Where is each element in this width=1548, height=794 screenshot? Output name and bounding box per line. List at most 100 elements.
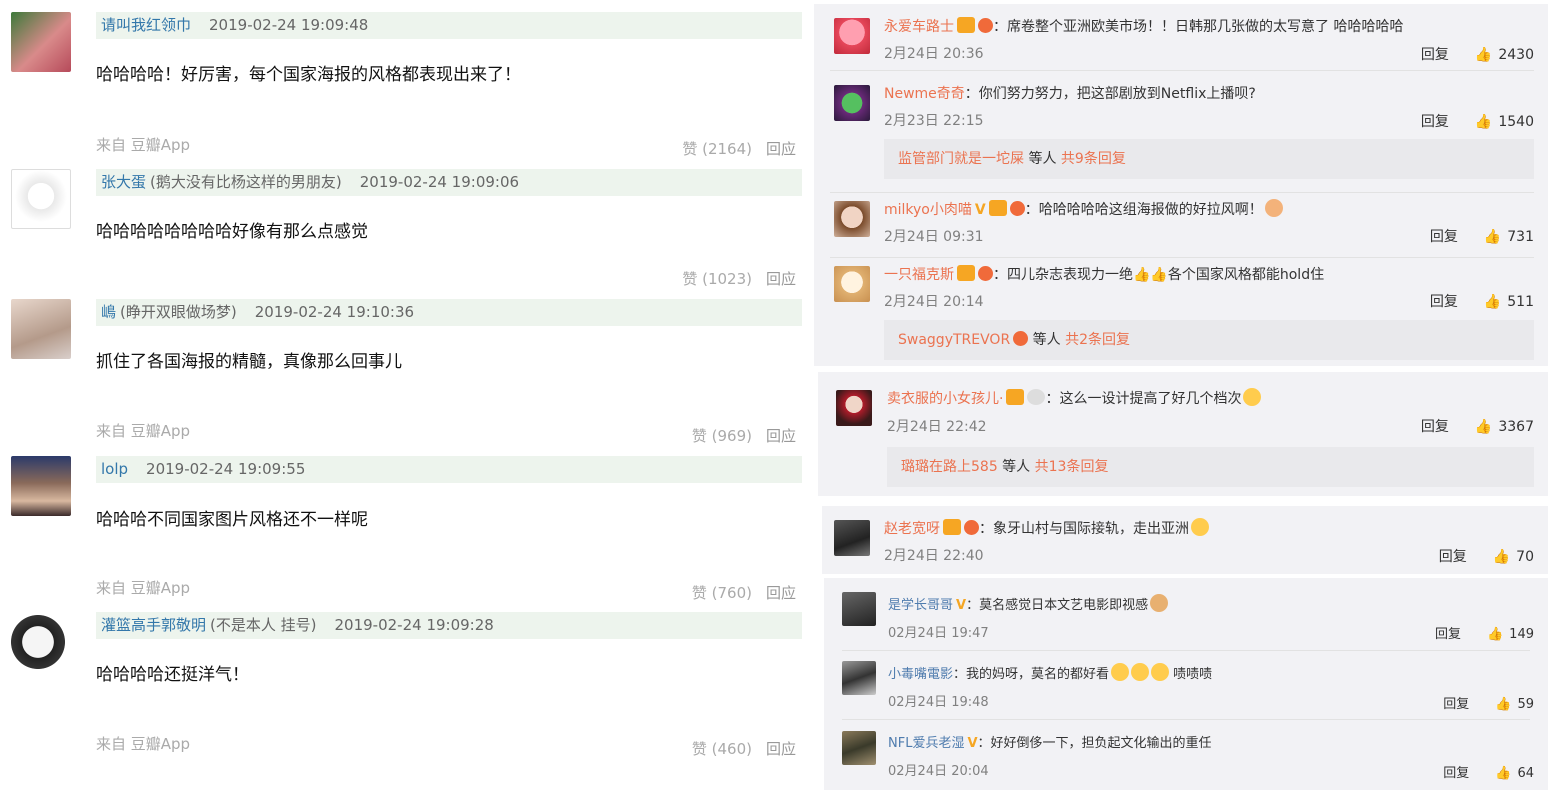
reply-user-link[interactable]: 监管部门就是一坨屎 [898,151,1024,167]
comment-text: ：四儿杂志表现力一绝👍👍各个国家风格都能hold住 [993,267,1325,283]
more-replies-link[interactable]: 监管部门就是一坨屎 等人 共9条回复 [884,139,1534,179]
crying-laughing-emoji-icon [1191,518,1209,536]
weibo-comment-panel: 赵老宽呀 ：象牙山村与国际接轨，走出亚洲 2月24日 22:40 回复 👍 70 [822,506,1548,574]
comment-header: lolp 2019-02-24 19:09:55 [96,456,802,483]
reply-button[interactable]: 回复 [1443,697,1469,712]
more-replies-link[interactable]: 璐璐在路上585 等人 共13条回复 [887,447,1534,487]
more-replies-link[interactable]: SwaggyTREVOR 等人 共2条回复 [884,320,1534,360]
comment-time: 2019-02-24 19:09:55 [146,460,306,478]
comment-actions: 回复 👍 59 [1443,693,1534,712]
thumbs-up-icon[interactable]: 👍 [1475,419,1492,435]
verified-icon: V [956,598,967,613]
user-name-link[interactable]: Newme奇奇 [884,86,965,102]
comment-text: 哈哈哈哈哈哈哈哈好像有那么点感觉 [96,222,368,242]
comment-text: 抓住了各国海报的精髓，真像那么回事儿 [96,352,402,372]
user-name-link[interactable]: 小毒嘴電影 [888,667,953,682]
reply-button[interactable]: 回复 [1430,294,1458,310]
avatar[interactable] [834,201,870,237]
avatar[interactable] [834,520,870,556]
user-name-link[interactable]: milkyo小肉喵 [884,202,972,218]
avatar[interactable] [842,592,876,626]
weibo-comment: milkyo小肉喵 V ：哈哈哈哈哈这组海报做的好拉风啊！ 2月24日 09:31 … [814,193,1548,259]
reply-button[interactable]: 回复 [1421,419,1449,435]
reply-button[interactable]: 回复 [1421,47,1449,63]
comment-actions: 回复 👍 511 [1430,291,1534,311]
vote-area: 赞 (1023) 回应 [682,268,796,289]
avatar[interactable] [836,390,872,426]
avatar[interactable] [11,456,71,516]
thumbs-up-icon[interactable]: 👍 [1487,627,1503,642]
fire-badge-icon [1009,201,1025,216]
user-name-link[interactable]: 一只福克斯 [884,267,954,283]
vote-button[interactable]: 赞 (1023) [682,270,752,288]
reply-count-link[interactable]: 共9条回复 [1061,151,1126,167]
weibo-comment: NFL爱兵老湿 V：好好倒侈一下，担负起文化输出的重任 02月24日 20:04 … [824,720,1548,790]
thumbs-up-icon[interactable]: 👍 [1493,549,1510,565]
reply-button[interactable]: 回应 [766,427,796,445]
user-name-link[interactable]: 请叫我红领巾 [101,16,191,34]
comment-line: 是学长哥哥 V：莫名感觉日本文艺电影即视感 [888,594,1169,613]
reply-button[interactable]: 回复 [1443,766,1469,781]
avatar[interactable] [11,12,71,72]
reply-button[interactable]: 回复 [1435,627,1461,642]
user-name-link[interactable]: lolp [101,460,128,478]
user-name-link[interactable]: 张大蛋 [101,173,146,191]
reply-user-link[interactable]: 璐璐在路上585 [901,459,998,475]
thumbs-up-icon[interactable]: 👍 [1475,114,1492,130]
reply-button[interactable]: 回应 [766,270,796,288]
avatar[interactable] [11,299,71,359]
weibo-comment-panel: 卖衣服的小女孩儿· ：这么一设计提高了好几个档次 2月24日 22:42 回复 👍 3… [818,372,1548,496]
comment-actions: 回复 👍 149 [1435,623,1534,642]
thumbs-up-icon[interactable]: 👍 [1495,766,1511,781]
comment-time: 2019-02-24 19:10:36 [254,303,415,321]
avatar[interactable] [834,18,870,54]
user-name-link[interactable]: NFL爱兵老湿 [888,736,964,751]
vote-button[interactable]: 赞 (969) [692,427,752,445]
comment-source: 来自 豆瓣App [96,422,191,440]
avatar[interactable] [842,661,876,695]
vote-button[interactable]: 赞 (760) [692,584,752,602]
user-name-link[interactable]: 灌篮高手郭敬明 [101,616,206,634]
reply-button[interactable]: 回复 [1430,229,1458,245]
user-name-link[interactable]: 嶋 [101,303,116,321]
comment-time: 2019-02-24 19:09:06 [359,173,520,191]
comment-actions: 回复 👍 731 [1430,226,1534,246]
crown-badge-icon [988,200,1007,216]
user-name-link[interactable]: 是学长哥哥 [888,598,953,613]
comment-actions: 回复 👍 1540 [1421,111,1534,131]
user-name-link[interactable]: 卖衣服的小女孩儿· [887,391,1003,407]
reply-user-link[interactable]: SwaggyTREVOR [898,332,1010,348]
avatar[interactable] [834,266,870,302]
avatar[interactable] [834,85,870,121]
reply-count-link[interactable]: 共2条回复 [1065,332,1130,348]
comment-time: 2月24日 22:40 [884,548,984,564]
avatar[interactable] [11,169,71,229]
vote-button[interactable]: 赞 (2164) [682,140,752,158]
thumbs-up-icon[interactable]: 👍 [1495,697,1511,712]
like-count: 511 [1507,294,1534,310]
vote-button[interactable]: 赞 (460) [692,740,752,758]
like-count: 2430 [1498,47,1534,63]
avatar[interactable] [11,612,71,672]
reply-button[interactable]: 回复 [1421,114,1449,130]
reply-button[interactable]: 回应 [766,740,796,758]
weibo-comment: 卖衣服的小女孩儿· ：这么一设计提高了好几个档次 2月24日 22:42 回复 👍 3… [818,372,1548,496]
user-name-link[interactable]: 赵老宽呀 [884,521,940,537]
comment-line: 永爱车路士 ：席卷整个亚洲欧美市场！！日韩那几张做的太写意了 哈哈哈哈哈 [884,16,1403,36]
reply-button[interactable]: 回应 [766,140,796,158]
reply-button[interactable]: 回应 [766,584,796,602]
comment-line: 赵老宽呀 ：象牙山村与国际接轨，走出亚洲 [884,518,1209,538]
thumbs-up-icon[interactable]: 👍 [1484,229,1501,245]
comment-source: 来自 豆瓣App [96,579,191,597]
reply-button[interactable]: 回复 [1439,549,1467,565]
comment-source: 来自 豆瓣App [96,735,191,753]
comment-actions: 回复 👍 64 [1443,762,1534,781]
reply-count-link[interactable]: 共13条回复 [1035,459,1109,475]
avatar[interactable] [842,731,876,765]
thumbs-up-icon[interactable]: 👍 [1484,294,1501,310]
fire-badge-icon [978,18,993,33]
comment-text: ：我的妈呀，莫名的都好看 [953,667,1110,682]
user-name-link[interactable]: 永爱车路士 [884,19,954,35]
comment-source: 来自 豆瓣App [96,136,191,154]
thumbs-up-icon[interactable]: 👍 [1475,47,1492,63]
